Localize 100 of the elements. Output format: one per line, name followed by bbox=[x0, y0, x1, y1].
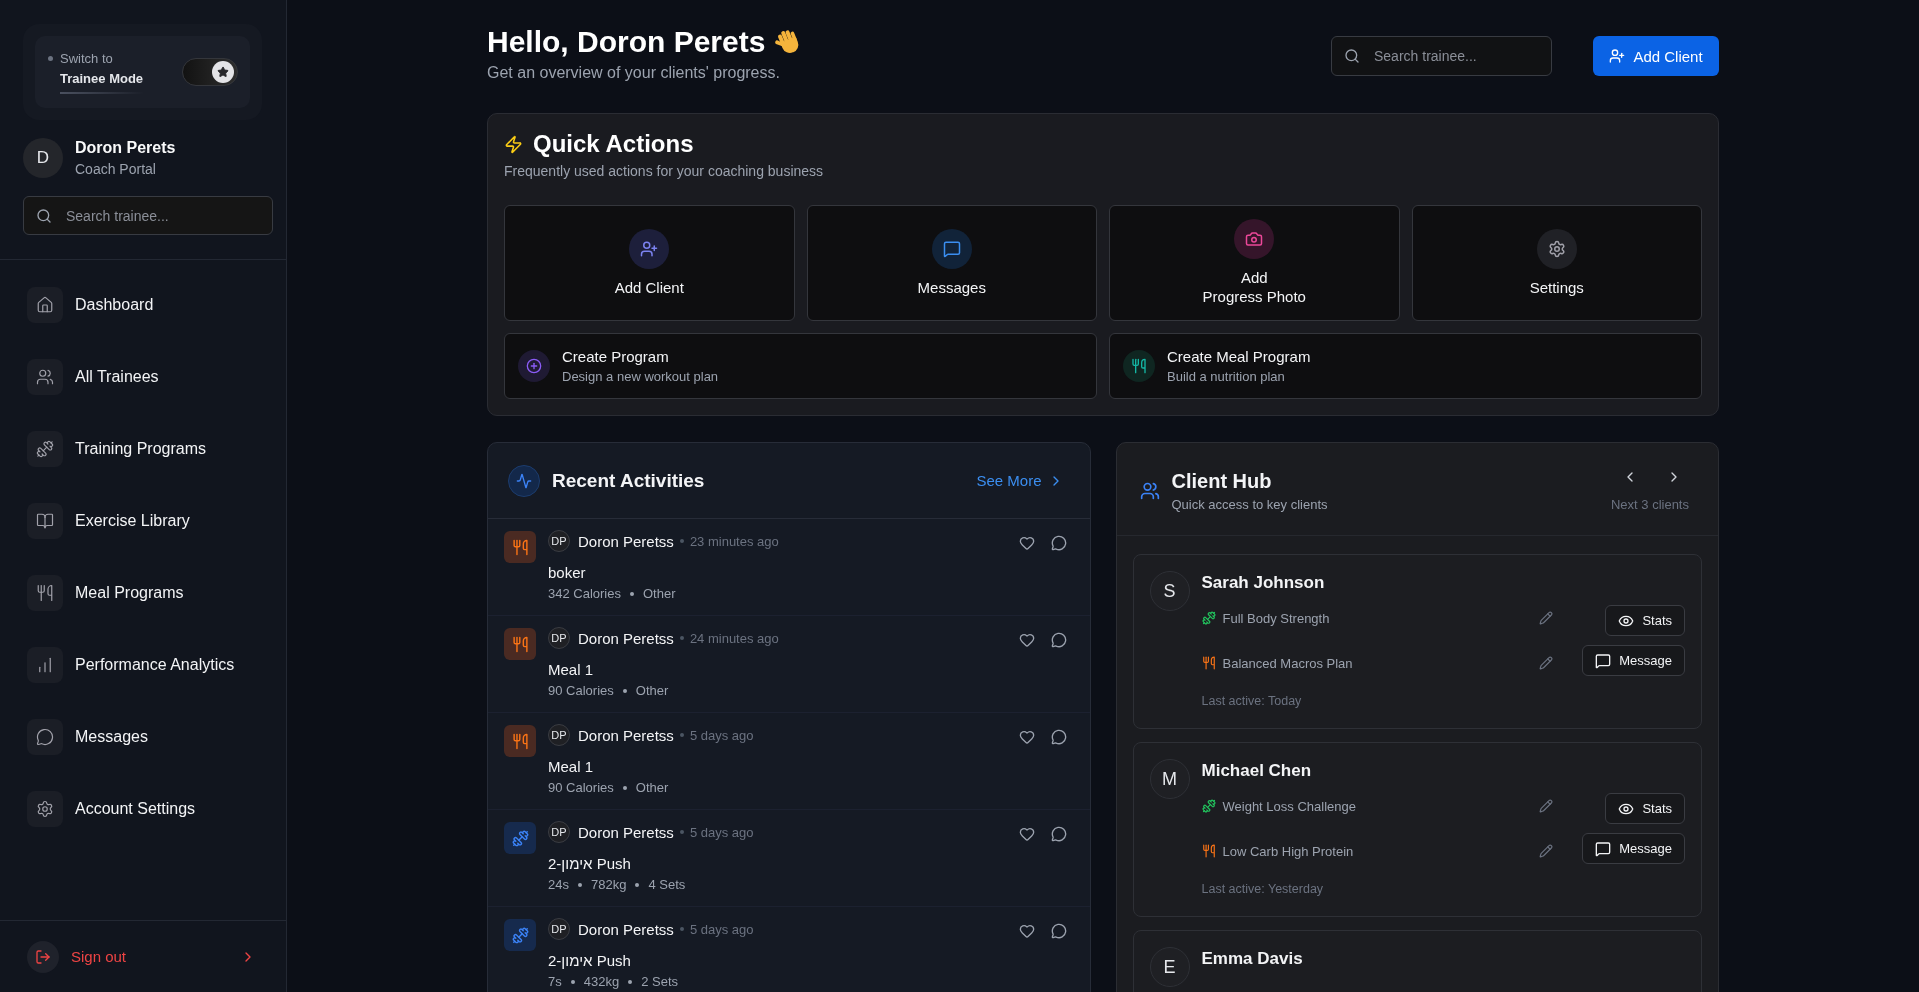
like-button[interactable] bbox=[1018, 632, 1035, 648]
edit-button[interactable] bbox=[1539, 844, 1554, 858]
nav-item[interactable]: Performance Analytics bbox=[27, 629, 267, 701]
activity-pulse-icon bbox=[508, 464, 540, 497]
nav-item[interactable]: Exercise Library bbox=[27, 485, 267, 557]
dumbbell-icon bbox=[504, 919, 536, 951]
program-name: Weight Loss Challenge bbox=[1222, 798, 1357, 814]
like-button[interactable] bbox=[1018, 535, 1035, 551]
heart-icon bbox=[1018, 535, 1035, 551]
user-name: Doron Peretss bbox=[578, 726, 674, 744]
last-active: Last active: Yesterday bbox=[1201, 882, 1325, 896]
client-avatar: E bbox=[1149, 947, 1190, 987]
activity-detail: Other bbox=[635, 683, 669, 698]
comment-icon bbox=[1050, 729, 1067, 745]
activity-detail: 90 Calories bbox=[548, 780, 614, 795]
like-button[interactable] bbox=[1018, 923, 1035, 939]
separator-dot-icon bbox=[622, 785, 627, 790]
comment-button[interactable] bbox=[1050, 826, 1067, 842]
search-field[interactable]: Search trainee... bbox=[1331, 36, 1552, 76]
activity-title: 2-אימון Push bbox=[548, 951, 632, 971]
user-plus-icon bbox=[1609, 48, 1626, 64]
program-name: Low Carb High Protein bbox=[1222, 843, 1355, 859]
sign-out-button[interactable]: Sign out bbox=[27, 940, 256, 973]
comment-button[interactable] bbox=[1050, 729, 1067, 745]
activity-detail: 342 Calories bbox=[548, 586, 621, 601]
activity-title: Meal 1 bbox=[548, 660, 595, 680]
activity-time: 5 days ago bbox=[689, 921, 754, 937]
mode-prefix: Switch to bbox=[60, 50, 113, 66]
separator-dot-icon bbox=[635, 882, 640, 887]
pencil-icon bbox=[1539, 611, 1554, 625]
shortcut-button[interactable]: Create Meal Program Build a nutrition plan bbox=[1109, 333, 1702, 399]
user-name: Doron Peretss bbox=[578, 823, 674, 841]
search-field[interactable]: Search trainee... bbox=[23, 196, 273, 235]
quick-action-button[interactable]: Messages bbox=[806, 205, 1097, 321]
message-button[interactable]: Message bbox=[1582, 833, 1685, 864]
like-button[interactable] bbox=[1018, 729, 1035, 745]
nav-item[interactable]: Dashboard bbox=[27, 269, 267, 341]
separator-dot-icon bbox=[577, 882, 582, 887]
see-more-link[interactable]: See More bbox=[976, 472, 1064, 489]
program-name: Full Body Strength bbox=[1222, 610, 1331, 626]
comment-button[interactable] bbox=[1050, 923, 1067, 939]
activity-detail: 24s bbox=[548, 877, 569, 892]
activity-detail: 90 Calories bbox=[548, 683, 614, 698]
home-icon bbox=[27, 287, 63, 323]
chat-bubble-icon bbox=[27, 719, 63, 755]
user-avatar: DP bbox=[548, 627, 570, 649]
activity-time: 5 days ago bbox=[689, 824, 754, 840]
nav-item[interactable]: Meal Programs bbox=[27, 557, 267, 629]
dumbbell-icon bbox=[27, 431, 63, 467]
separator-dot-icon bbox=[679, 636, 684, 640]
quick-action-button[interactable]: Add Progress Photo bbox=[1109, 205, 1400, 321]
quick-action-button[interactable]: Add Client bbox=[504, 205, 795, 321]
separator-dot-icon bbox=[679, 830, 684, 834]
message-button[interactable]: Message bbox=[1582, 645, 1685, 676]
dot-icon bbox=[48, 55, 53, 61]
like-button[interactable] bbox=[1018, 826, 1035, 842]
comment-icon bbox=[1050, 826, 1067, 842]
edit-button[interactable] bbox=[1539, 611, 1554, 625]
comment-button[interactable] bbox=[1050, 535, 1067, 551]
nav-item[interactable]: Messages bbox=[27, 701, 267, 773]
mode-switch[interactable] bbox=[182, 58, 238, 86]
activity-detail: 432kg bbox=[583, 974, 620, 989]
add-client-button[interactable]: Add Client bbox=[1593, 36, 1719, 76]
activity-title: Meal 1 bbox=[548, 757, 595, 777]
nav-item[interactable]: All Trainees bbox=[27, 341, 267, 413]
stats-button[interactable]: Stats bbox=[1605, 793, 1685, 824]
card-title: Client Hub bbox=[1171, 469, 1273, 493]
user-avatar: DP bbox=[548, 821, 570, 843]
book-icon bbox=[27, 503, 63, 539]
shortcut-subtitle: Build a nutrition plan bbox=[1167, 369, 1286, 384]
nav-item[interactable]: Account Settings bbox=[27, 773, 267, 845]
pencil-icon bbox=[1539, 656, 1554, 670]
client-name: Michael Chen bbox=[1201, 760, 1313, 782]
quick-action-button[interactable]: Settings bbox=[1411, 205, 1702, 321]
dumbbell-icon bbox=[1201, 611, 1216, 625]
mode-name: Trainee Mode bbox=[60, 70, 144, 94]
separator-dot-icon bbox=[622, 688, 627, 693]
user-name: Doron Peretss bbox=[578, 532, 674, 550]
nav-item[interactable]: Training Programs bbox=[27, 413, 267, 485]
edit-button[interactable] bbox=[1539, 799, 1554, 813]
utensils-icon bbox=[1201, 844, 1216, 858]
heart-icon bbox=[1018, 923, 1035, 939]
pencil-icon bbox=[1539, 844, 1554, 858]
activity-detail: 2 Sets bbox=[641, 974, 678, 989]
lightning-icon bbox=[504, 134, 523, 154]
separator-dot-icon bbox=[628, 979, 633, 984]
activity-detail: Other bbox=[643, 586, 676, 601]
dumbbell-icon bbox=[1201, 799, 1216, 813]
shortcut-button[interactable]: Create Program Design a new workout plan bbox=[504, 333, 1097, 399]
shortcut-title: Create Meal Program bbox=[1167, 348, 1311, 365]
activity-title: boker bbox=[548, 563, 587, 583]
comment-icon bbox=[1050, 632, 1067, 648]
activity-time: 24 minutes ago bbox=[689, 630, 779, 646]
user-plus-icon bbox=[629, 228, 670, 269]
stats-button[interactable]: Stats bbox=[1605, 605, 1685, 636]
users-icon bbox=[1139, 480, 1160, 501]
utensils-icon bbox=[1201, 656, 1216, 670]
edit-button[interactable] bbox=[1539, 656, 1554, 670]
comment-button[interactable] bbox=[1050, 632, 1067, 648]
utensils-icon bbox=[504, 725, 536, 757]
